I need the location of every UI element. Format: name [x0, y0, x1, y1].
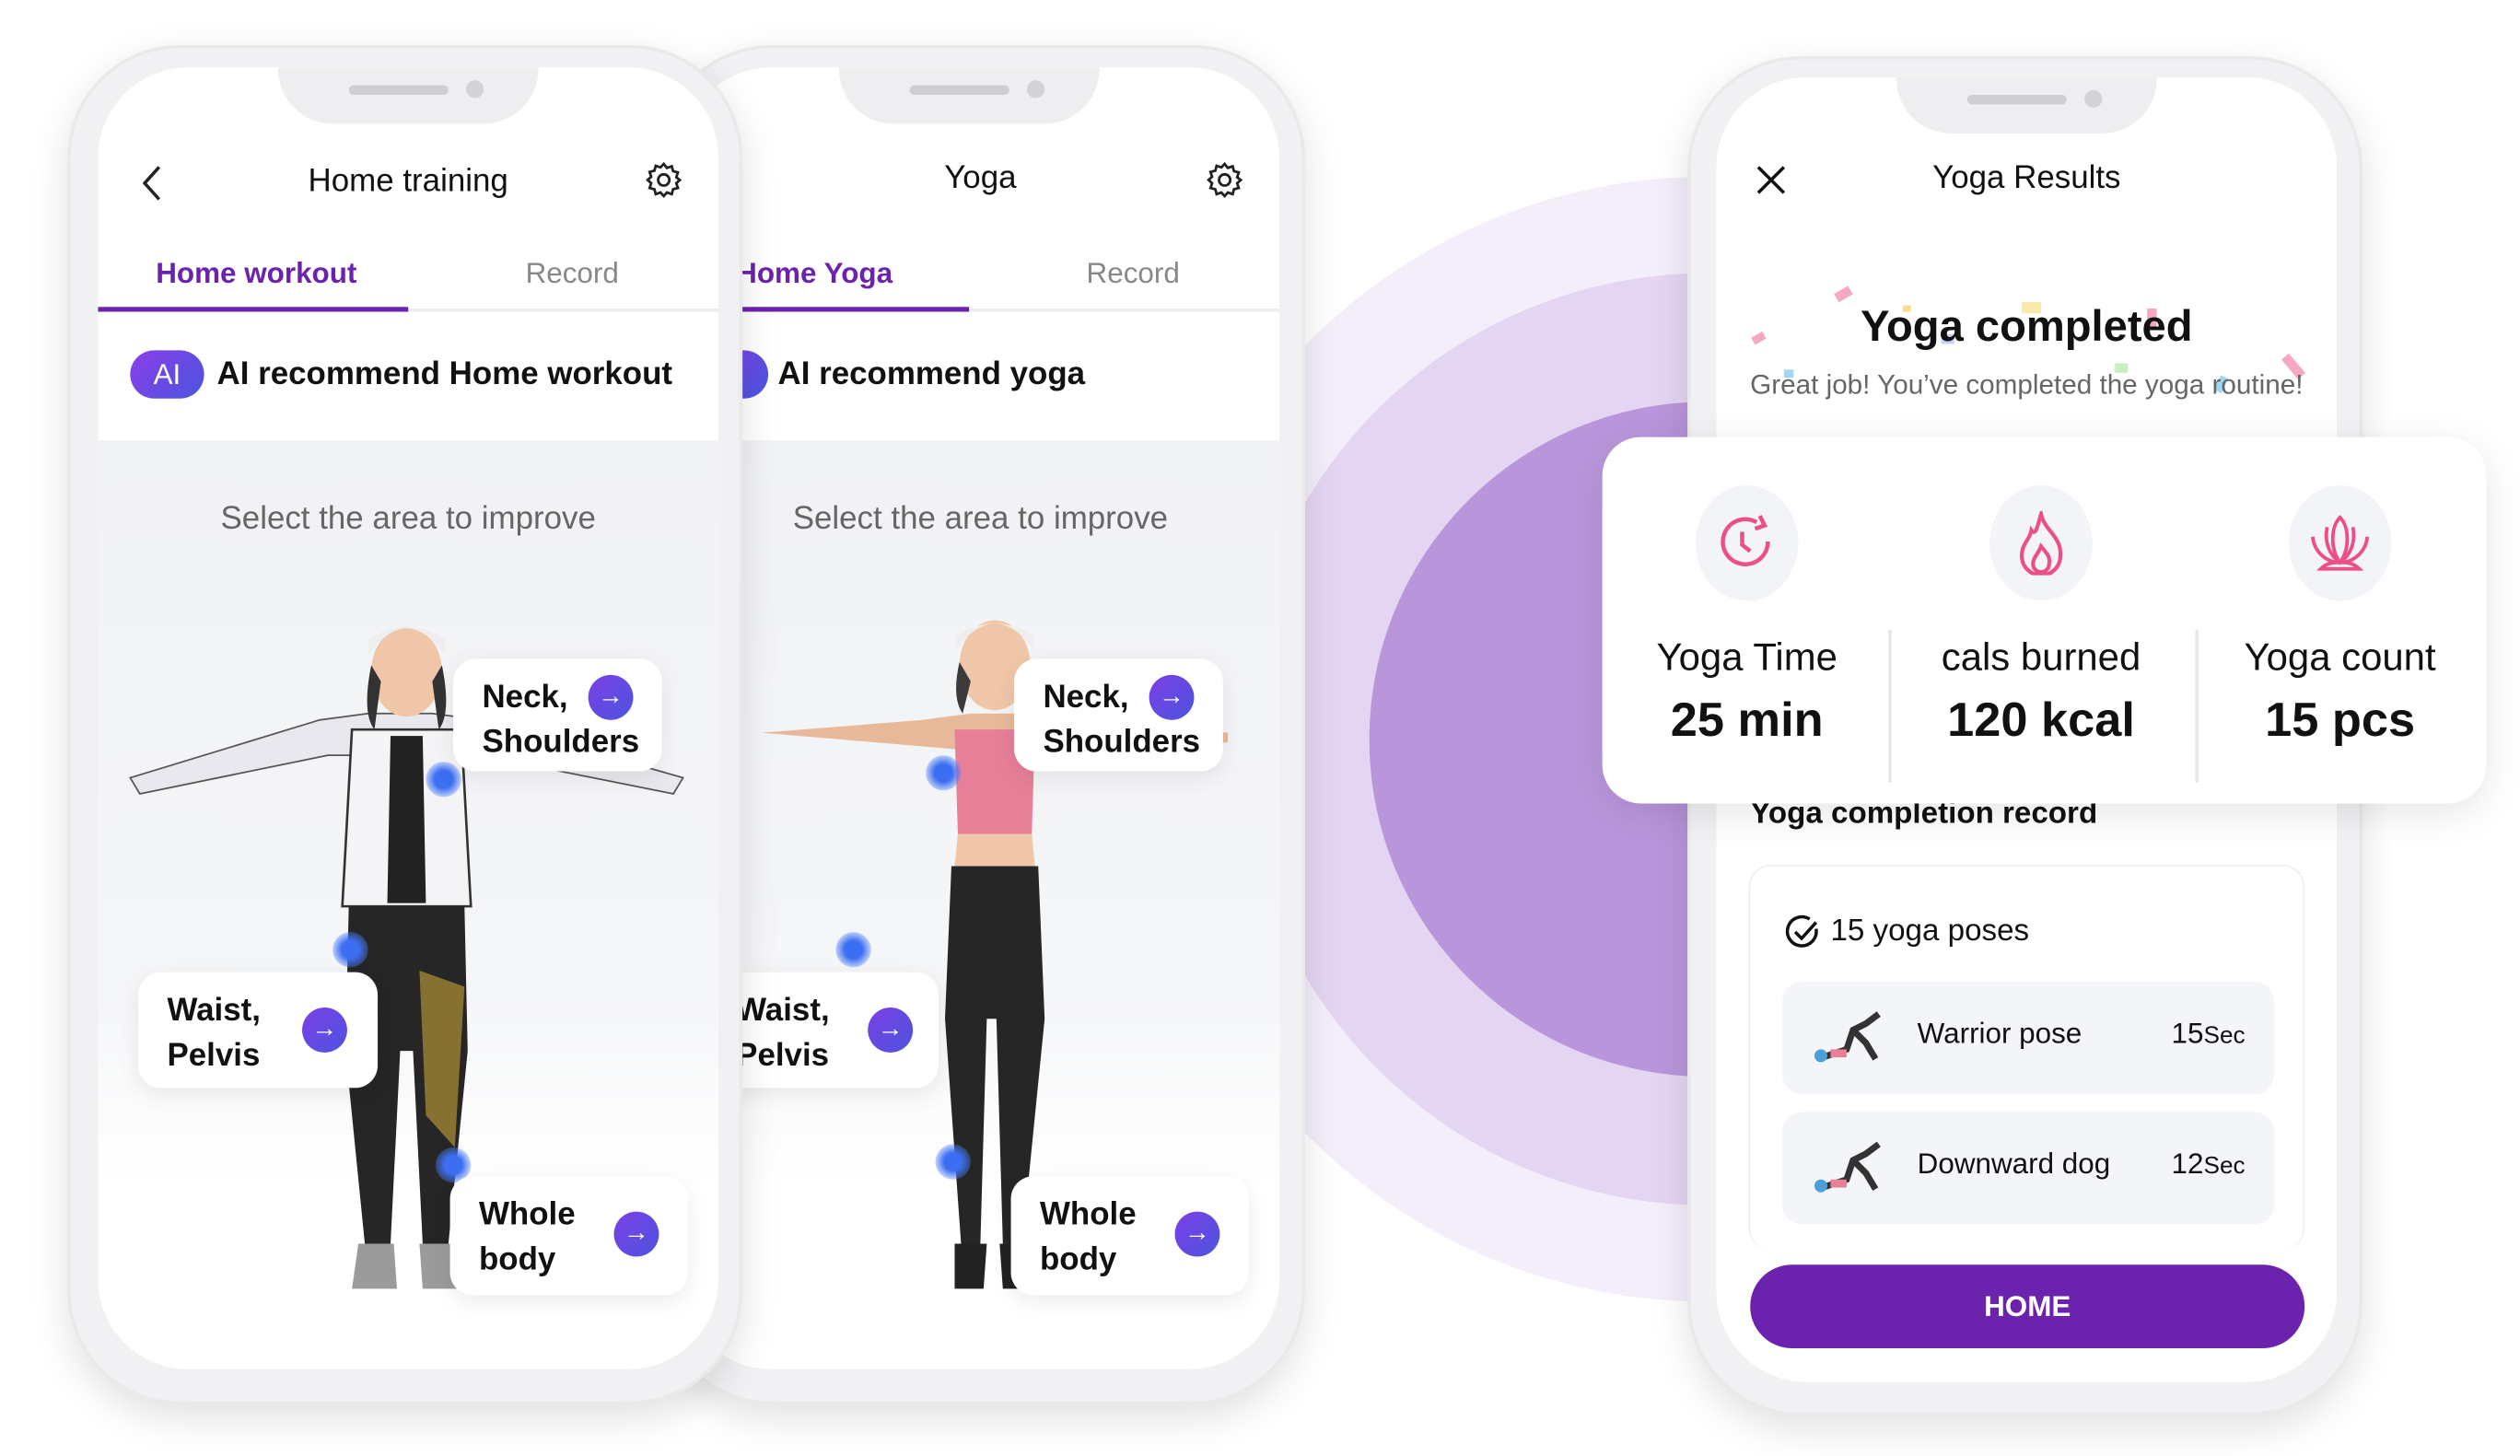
tab-home-workout[interactable]: Home workout [156, 257, 356, 291]
arrow-right-icon: → [613, 1211, 659, 1257]
gear-icon[interactable] [645, 160, 683, 199]
timer-icon [1695, 484, 1799, 601]
gear-icon[interactable] [1206, 160, 1244, 199]
arrow-right-icon: → [302, 1008, 347, 1053]
select-area-prompt: Select the area to improve [220, 501, 596, 537]
pose-duration: 15Sec [2171, 1017, 2246, 1050]
completion-subtitle: Great job! You’ve completed the yoga rou… [1750, 369, 2304, 401]
hotspot-dot-neck[interactable] [426, 762, 461, 798]
hotspot-neck-shoulders[interactable]: Neck, Shoulders → [1014, 658, 1223, 772]
tab-record[interactable]: Record [526, 257, 619, 291]
pose-duration: 12Sec [2171, 1147, 2246, 1180]
stat-cals-burned: cals burned 120 kcal [1896, 437, 2186, 750]
check-circle-icon [1785, 914, 1818, 948]
home-button[interactable]: HOME [1750, 1264, 2305, 1348]
phone-home-training: Home training Home workout Record AI AI … [67, 44, 743, 1405]
phone-yoga: Yoga Home Yoga Record AI recommend yoga … [659, 44, 1305, 1405]
ai-recommend-row[interactable]: AI recommend yoga [681, 311, 1279, 441]
arrow-right-icon: → [1149, 674, 1195, 720]
page-title: Yoga Results [1932, 160, 2121, 196]
hotspot-whole-body[interactable]: Whole body → [449, 1176, 688, 1296]
stat-yoga-time: Yoga Time 25 min [1603, 437, 1892, 750]
pose-row[interactable]: Warrior pose 15Sec [1782, 982, 2275, 1095]
phone-notch [1896, 76, 2157, 134]
select-area-prompt: Select the area to improve [792, 501, 1169, 537]
record-card: 15 yoga poses Warrior pose 15Sec Downwar… [1748, 864, 2305, 1251]
pose-name: Warrior pose [1917, 1017, 2082, 1050]
pose-thumbnail [1814, 1011, 1881, 1063]
pose-thumbnail [1814, 1141, 1881, 1193]
flame-icon [1989, 484, 2093, 601]
yoga-screen: Yoga Home Yoga Record AI recommend yoga … [681, 67, 1279, 1369]
hotspot-dot-body[interactable] [935, 1144, 971, 1180]
lotus-icon [2288, 484, 2392, 601]
pose-row[interactable]: Downward dog 12Sec [1782, 1112, 2275, 1225]
stat-yoga-count: Yoga count 15 pcs [2196, 437, 2485, 750]
arrow-right-icon: → [588, 674, 634, 720]
hotspot-waist-pelvis[interactable]: Waist, Pelvis → [138, 972, 379, 1089]
ai-recommend-text: AI recommend Home workout [216, 356, 673, 392]
tab-bar: Home workout Record [98, 241, 718, 312]
pose-name: Downward dog [1917, 1147, 2111, 1180]
arrow-right-icon: → [868, 1008, 914, 1053]
completion-headline: Yoga completed [1861, 302, 2193, 351]
phone-notch [277, 67, 539, 124]
phone-notch [838, 67, 1100, 124]
tab-home-yoga[interactable]: Home Yoga [736, 257, 892, 291]
tab-record[interactable]: Record [1087, 257, 1180, 291]
divider [1888, 630, 1892, 783]
tab-bar: Home Yoga Record [681, 241, 1279, 312]
arrow-right-icon: → [1174, 1211, 1220, 1257]
hotspot-dot-waist[interactable] [835, 932, 871, 968]
hotspot-whole-body[interactable]: Whole body → [1010, 1176, 1249, 1296]
stats-card: Yoga Time 25 min cals burned 120 kcal Yo… [1602, 437, 2487, 804]
hotspot-dot-waist[interactable] [332, 932, 368, 968]
home-training-screen: Home training Home workout Record AI AI … [98, 67, 718, 1369]
poses-count: 15 yoga poses [1830, 914, 2030, 949]
page-title: Home training [308, 163, 508, 200]
ai-recommend-text: AI recommend yoga [777, 356, 1086, 392]
hotspot-neck-shoulders[interactable]: Neck, Shoulders → [453, 658, 662, 772]
page-title: Yoga [944, 160, 1017, 196]
body-area-selector: Select the area to improve Neck, Shoulde… [98, 440, 718, 1369]
hotspot-dot-neck[interactable] [926, 755, 962, 791]
ai-badge: AI [130, 350, 204, 399]
ai-recommend-row[interactable]: AI AI recommend Home workout [98, 311, 718, 441]
body-area-selector: Select the area to improve Neck, Shoulder… [681, 440, 1279, 1369]
